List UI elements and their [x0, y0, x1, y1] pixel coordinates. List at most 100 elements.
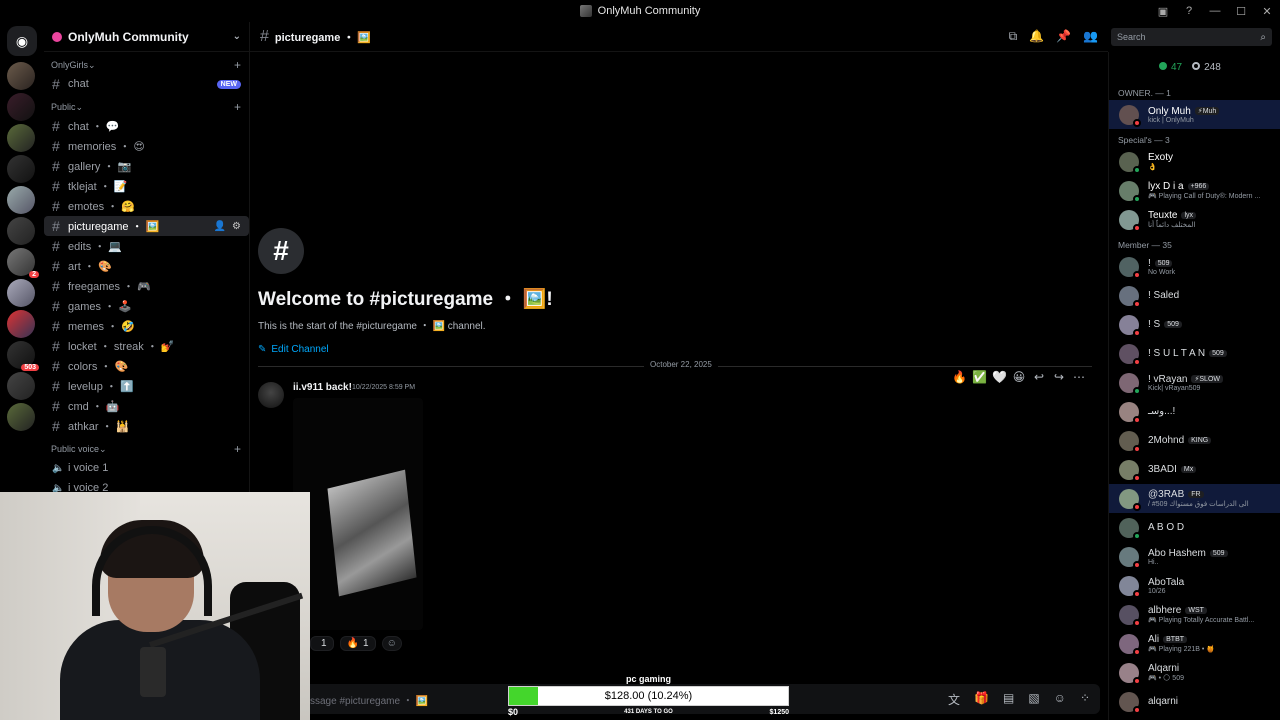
- threads-icon[interactable]: ⧉: [1009, 29, 1018, 44]
- text-channel[interactable]: # memes ・ 🤣: [44, 316, 249, 336]
- avatar[interactable]: [1119, 372, 1141, 395]
- server-icon[interactable]: [7, 155, 35, 183]
- avatar[interactable]: [258, 382, 284, 408]
- server-icon[interactable]: [7, 186, 35, 214]
- server-icon[interactable]: 2: [7, 248, 39, 278]
- member-item[interactable]: A B O D: [1109, 513, 1280, 542]
- discord-home-icon[interactable]: ◉: [7, 26, 37, 56]
- gift-icon[interactable]: 🎁: [974, 691, 989, 708]
- text-channel[interactable]: # memories ・ 😍: [44, 136, 249, 156]
- avatar[interactable]: [1119, 459, 1141, 482]
- add-reaction-button[interactable]: ☺: [381, 636, 402, 651]
- avatar[interactable]: [1119, 604, 1141, 627]
- member-list-icon[interactable]: 👥: [1083, 29, 1098, 44]
- more-icon[interactable]: ⋯: [1072, 370, 1086, 384]
- text-channel[interactable]: # athkar ・ 🕌: [44, 416, 249, 436]
- avatar[interactable]: [1119, 633, 1141, 656]
- member-item[interactable]: 3BADI Mx: [1109, 455, 1280, 484]
- message-author[interactable]: ii.v911 back!: [293, 382, 352, 393]
- add-channel-icon[interactable]: +: [234, 442, 241, 456]
- add-channel-icon[interactable]: +: [234, 58, 241, 72]
- member-item[interactable]: Alqarni 🎮 • 🌕 509: [1109, 658, 1280, 687]
- text-channel[interactable]: # art ・ 🎨: [44, 256, 249, 276]
- server-icon[interactable]: [7, 217, 35, 245]
- close-button[interactable]: ✕: [1254, 0, 1280, 22]
- avatar[interactable]: [1119, 546, 1141, 569]
- avatar[interactable]: [1119, 488, 1141, 511]
- member-item[interactable]: @3RAB FR / #509 الى الدراسات فوق مستواك: [1109, 484, 1280, 513]
- text-channel[interactable]: # emotes ・ 🤗: [44, 196, 249, 216]
- avatar[interactable]: [1119, 209, 1141, 232]
- member-item[interactable]: ! vRayan ⚡SLOW Kick| vRayan509: [1109, 368, 1280, 397]
- category-header[interactable]: Public ⌄ +: [44, 98, 249, 116]
- text-channel[interactable]: # edits ・ 💻: [44, 236, 249, 256]
- emoji-icon[interactable]: ☺: [1054, 691, 1066, 708]
- avatar[interactable]: [1119, 662, 1141, 685]
- translate-icon[interactable]: 文: [948, 691, 960, 708]
- avatar[interactable]: [1119, 104, 1141, 127]
- pin-icon[interactable]: 📌: [1056, 29, 1071, 44]
- avatar[interactable]: [1119, 314, 1141, 337]
- text-channel[interactable]: # picturegame ・ 🖼️ 👤 ⚙: [44, 216, 249, 236]
- avatar[interactable]: [1119, 256, 1141, 279]
- minimize-button[interactable]: —: [1202, 0, 1228, 22]
- add-channel-icon[interactable]: +: [234, 100, 241, 114]
- server-icon[interactable]: [7, 403, 35, 431]
- gear-icon[interactable]: ⚙: [232, 221, 241, 232]
- member-item[interactable]: وسـ...!: [1109, 397, 1280, 426]
- reaction[interactable]: 🔥 1: [339, 636, 376, 651]
- member-item[interactable]: ! S U L T A N 509: [1109, 339, 1280, 368]
- member-item[interactable]: ! Saled: [1109, 281, 1280, 310]
- avatar[interactable]: [1119, 430, 1141, 453]
- quick-react-heart-icon[interactable]: 🤍: [992, 370, 1007, 384]
- server-icon[interactable]: 503: [7, 341, 39, 371]
- member-item[interactable]: ! 509 No Work: [1109, 252, 1280, 281]
- member-item[interactable]: Ali BTBT 🎮 Playing 221B • 🍯: [1109, 629, 1280, 658]
- text-channel[interactable]: # freegames ・ 🎮: [44, 276, 249, 296]
- message-image[interactable]: [293, 398, 423, 630]
- member-item[interactable]: albhere WST 🎮 Playing Totally Accurate Bat…: [1109, 600, 1280, 629]
- avatar[interactable]: [1119, 343, 1141, 366]
- member-item[interactable]: AboTala 10/26: [1109, 571, 1280, 600]
- reaction[interactable]: 1: [310, 636, 334, 651]
- search-input[interactable]: Search ⌕: [1111, 28, 1272, 46]
- member-item[interactable]: Teuxte lyx المختلف دائماً أنا: [1109, 205, 1280, 234]
- edit-channel-link[interactable]: ✎ Edit Channel: [258, 344, 553, 355]
- server-icon[interactable]: [7, 62, 35, 90]
- avatar[interactable]: [1119, 285, 1141, 308]
- text-channel[interactable]: # tklejat ・ 📝: [44, 176, 249, 196]
- avatar[interactable]: [1119, 575, 1141, 598]
- voice-channel[interactable]: 🔈 i voice 1: [44, 458, 249, 478]
- member-item[interactable]: 2Mohnd KING: [1109, 426, 1280, 455]
- member-item[interactable]: lyx D i a +966 🎮 Playing Call of Duty®: Mo…: [1109, 176, 1280, 205]
- text-channel[interactable]: # cmd ・ 🤖: [44, 396, 249, 416]
- text-channel[interactable]: # levelup ・ ⬆️: [44, 376, 249, 396]
- server-header[interactable]: OnlyMuh Community ⌄: [44, 22, 249, 52]
- text-channel[interactable]: # games ・ 🕹️: [44, 296, 249, 316]
- category-header[interactable]: OnlyGirls ⌄ +: [44, 56, 249, 74]
- member-item[interactable]: alqarni: [1109, 687, 1280, 716]
- member-item[interactable]: ! S 509: [1109, 310, 1280, 339]
- quick-react-fire-icon[interactable]: 🔥: [952, 370, 967, 384]
- member-item[interactable]: Abo Hashem 509 Hi..: [1109, 542, 1280, 571]
- text-channel[interactable]: # colors ・ 🎨: [44, 356, 249, 376]
- server-icon[interactable]: [7, 310, 35, 338]
- avatar[interactable]: [1119, 517, 1141, 540]
- gif-icon[interactable]: ▤: [1003, 691, 1014, 708]
- server-icon[interactable]: [7, 372, 35, 400]
- reply-icon[interactable]: ↩: [1032, 370, 1046, 384]
- server-icon[interactable]: [7, 124, 35, 152]
- category-header[interactable]: Public voice ⌄ +: [44, 440, 249, 458]
- avatar[interactable]: [1119, 401, 1141, 424]
- text-channel[interactable]: # locket ・ streak ・ 💅: [44, 336, 249, 356]
- member-item[interactable]: Exoty 👌: [1109, 147, 1280, 176]
- sticker-icon[interactable]: ▧: [1028, 691, 1039, 708]
- avatar[interactable]: [1119, 151, 1141, 174]
- text-channel[interactable]: # gallery ・ 📷: [44, 156, 249, 176]
- notification-bell-icon[interactable]: 🔔: [1029, 29, 1044, 44]
- maximize-button[interactable]: ☐: [1228, 0, 1254, 22]
- add-reaction-icon[interactable]: 😀: [1012, 370, 1026, 384]
- invite-icon[interactable]: 👤: [214, 221, 226, 232]
- member-item[interactable]: Only Muh ⚡Muh kick | OnlyMuh: [1109, 100, 1280, 129]
- apps-icon[interactable]: ⁘: [1080, 691, 1090, 708]
